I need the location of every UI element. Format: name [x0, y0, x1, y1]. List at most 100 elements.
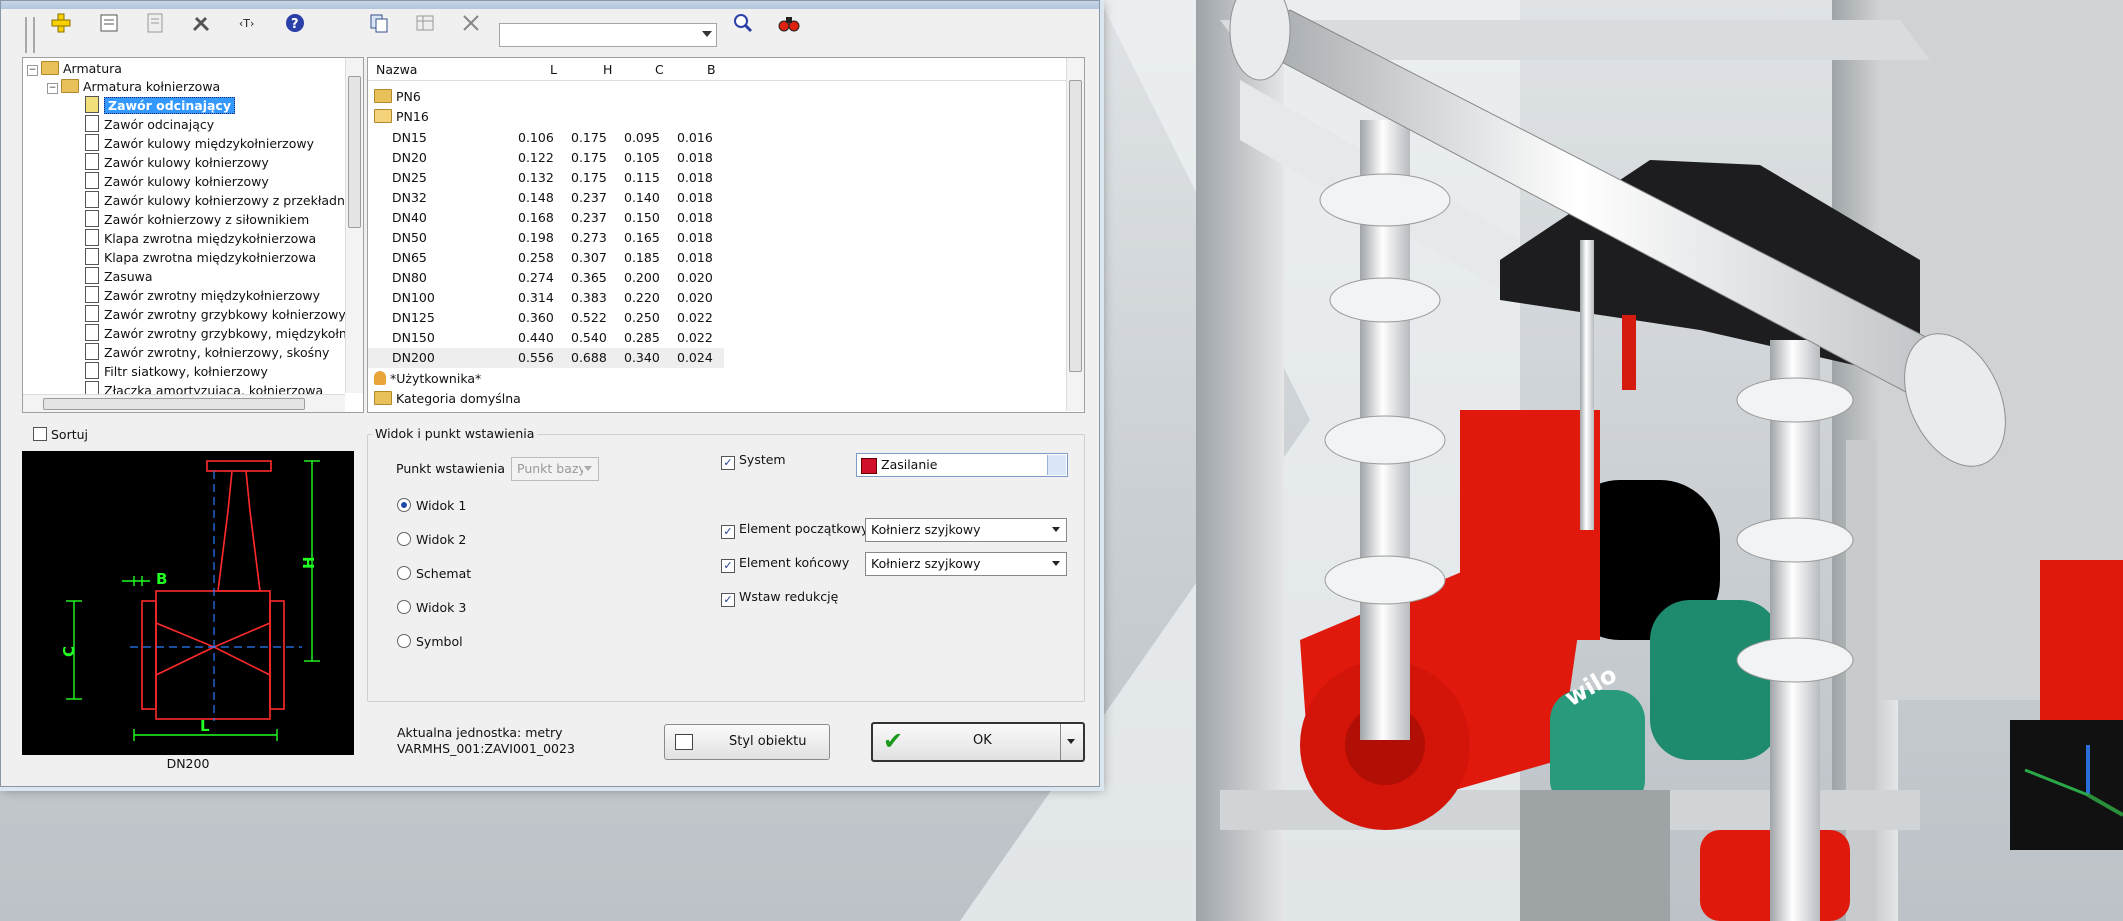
checkbox-box[interactable]	[33, 427, 47, 441]
checkbox-box[interactable]: ✓	[721, 593, 735, 607]
cell-name: DN32	[392, 190, 427, 205]
table-row[interactable]: DN20 0.122 0.175 0.105 0.018	[368, 148, 724, 168]
tree-item[interactable]: Klapa zwrotna międzykołnierzowa	[85, 229, 316, 247]
preview-caption: DN200	[166, 756, 210, 771]
radio-button[interactable]	[397, 600, 411, 614]
text-format-icon[interactable]: ‹T›	[233, 9, 265, 37]
tree-item[interactable]: Filtr siatkowy, kołnierzowy	[85, 362, 268, 380]
cell-c: 0.150	[624, 210, 660, 225]
cell-b: 0.018	[677, 250, 713, 265]
scroll-thumb[interactable]	[43, 398, 305, 410]
start-element-combo[interactable]: Kołnierz szyjkowy	[865, 518, 1067, 542]
list-vertical-scrollbar[interactable]	[1066, 58, 1084, 411]
list-folder-pn6[interactable]: PN6	[374, 88, 421, 106]
end-element-combo[interactable]: Kołnierz szyjkowy	[865, 552, 1067, 576]
tree-item[interactable]: Zawór zwrotny międzykołnierzowy	[85, 286, 320, 304]
cell-l: 0.148	[518, 190, 554, 205]
tree-item[interactable]: Zasuwa	[85, 267, 153, 285]
tree-item[interactable]: Zawór odcinający	[85, 96, 235, 114]
cell-h: 0.522	[571, 310, 607, 325]
scroll-thumb[interactable]	[1069, 80, 1082, 372]
checkbox-box[interactable]: ✓	[721, 525, 735, 539]
radio-button[interactable]	[397, 634, 411, 648]
table-row[interactable]: DN100 0.314 0.383 0.220 0.020	[368, 288, 724, 308]
ok-dropdown[interactable]	[1060, 724, 1083, 760]
view-radio[interactable]: Symbol	[397, 634, 463, 649]
tree-item[interactable]: Klapa zwrotna międzykołnierzowa	[85, 248, 316, 266]
tree-root[interactable]: − Armatura	[27, 60, 122, 78]
pump-base-grey	[1520, 790, 1670, 921]
flange-1	[1319, 173, 1451, 227]
table-row[interactable]: DN15 0.106 0.175 0.095 0.016	[368, 128, 724, 148]
list-user-category[interactable]: *Użytkownika*	[374, 370, 481, 388]
table-row[interactable]: DN65 0.258 0.307 0.185 0.018	[368, 248, 724, 268]
edit-icon[interactable]	[95, 9, 123, 37]
tree-item[interactable]: Zawór zwrotny grzybkowy, międzykołn	[85, 324, 347, 342]
tree-item[interactable]: Zawór zwrotny, kołnierzowy, skośny	[85, 343, 329, 361]
cell-h: 0.307	[571, 250, 607, 265]
system-checkbox[interactable]: ✓ System	[721, 452, 786, 470]
collapse-icon[interactable]: −	[27, 65, 38, 76]
reduction-checkbox[interactable]: ✓ Wstaw redukcję	[721, 589, 838, 607]
cell-l: 0.168	[518, 210, 554, 225]
checkbox-box[interactable]: ✓	[721, 456, 735, 470]
table-row[interactable]: DN125 0.360 0.522 0.250 0.022	[368, 308, 724, 328]
toolbar-grip[interactable]	[25, 17, 35, 53]
size-list[interactable]: Nazwa L H C B PN6 PN16 DN15 0.106 0.175 0.0…	[367, 57, 1085, 413]
tree-item[interactable]: Zawór odcinający	[85, 115, 214, 133]
table-row[interactable]: DN80 0.274 0.365 0.200 0.020	[368, 268, 724, 288]
scroll-thumb[interactable]	[348, 76, 361, 228]
column-header-l[interactable]: L	[550, 62, 557, 77]
list-icon[interactable]	[141, 9, 169, 37]
tree-item[interactable]: Zawór kulowy międzykołnierzowy	[85, 134, 314, 152]
column-header-c[interactable]: C	[655, 62, 664, 77]
tree-item[interactable]: Zawór kulowy kołnierzowy z przekładnią	[85, 191, 356, 209]
table-row[interactable]: DN200 0.556 0.688 0.340 0.024	[368, 348, 724, 368]
tree-horizontal-scrollbar[interactable]	[23, 394, 345, 412]
column-header-name[interactable]: Nazwa	[376, 62, 417, 77]
column-header-h[interactable]: H	[603, 62, 612, 77]
radio-button[interactable]	[397, 532, 411, 546]
binoculars-icon[interactable]	[775, 9, 803, 37]
collapse-icon[interactable]: −	[47, 83, 58, 94]
view-radio[interactable]: Schemat	[397, 566, 471, 581]
chevron-down-icon	[1067, 739, 1075, 744]
insert-point-combo[interactable]: Punkt bazy	[511, 457, 599, 481]
view-radio[interactable]: Widok 1	[397, 498, 466, 513]
tree-item[interactable]: Zawór zwrotny grzybkowy kołnierzowy	[85, 305, 346, 323]
search-combo[interactable]	[499, 23, 717, 47]
sort-checkbox[interactable]: Sortuj	[33, 427, 88, 442]
end-element-checkbox[interactable]: ✓ Element końcowy	[721, 555, 849, 573]
delete-icon[interactable]	[457, 9, 485, 37]
tree-vertical-scrollbar[interactable]	[345, 58, 363, 393]
help-icon[interactable]: ?	[281, 9, 309, 37]
category-tree[interactable]: − Armatura − Armatura kołnierzowa Zawór od…	[22, 57, 364, 413]
table-row[interactable]: DN50 0.198 0.273 0.165 0.018	[368, 228, 724, 248]
tree-group[interactable]: − Armatura kołnierzowa	[47, 78, 220, 96]
ok-button[interactable]: ✔ OK	[871, 722, 1085, 762]
search-icon[interactable]	[729, 9, 757, 37]
table-row[interactable]: DN40 0.168 0.237 0.150 0.018	[368, 208, 724, 228]
tools-icon[interactable]	[187, 9, 215, 37]
radio-button[interactable]	[397, 498, 411, 512]
add-icon[interactable]	[47, 9, 75, 37]
table-row[interactable]: DN150 0.440 0.540 0.285 0.022	[368, 328, 724, 348]
start-element-checkbox[interactable]: ✓ Element początkowy	[721, 521, 868, 539]
list-folder-pn16[interactable]: PN16	[374, 108, 429, 126]
table-icon[interactable]	[411, 9, 439, 37]
table-row[interactable]: DN25 0.132 0.175 0.115 0.018	[368, 168, 724, 188]
checkbox-box[interactable]: ✓	[721, 559, 735, 573]
tree-item[interactable]: Zawór kołnierzowy z siłownikiem	[85, 210, 309, 228]
copy-icon[interactable]	[365, 9, 393, 37]
object-style-button[interactable]: Styl obiektu	[664, 724, 830, 760]
tree-item[interactable]: Zawór kulowy kołnierzowy	[85, 172, 269, 190]
view-radio[interactable]: Widok 2	[397, 532, 466, 547]
cell-c: 0.140	[624, 190, 660, 205]
system-combo[interactable]: Zasilanie	[856, 453, 1068, 477]
tree-item[interactable]: Zawór kulowy kołnierzowy	[85, 153, 269, 171]
table-row[interactable]: DN32 0.148 0.237 0.140 0.018	[368, 188, 724, 208]
view-radio[interactable]: Widok 3	[397, 600, 466, 615]
list-default-category[interactable]: Kategoria domyślna	[374, 390, 521, 408]
column-header-b[interactable]: B	[707, 62, 716, 77]
radio-button[interactable]	[397, 566, 411, 580]
